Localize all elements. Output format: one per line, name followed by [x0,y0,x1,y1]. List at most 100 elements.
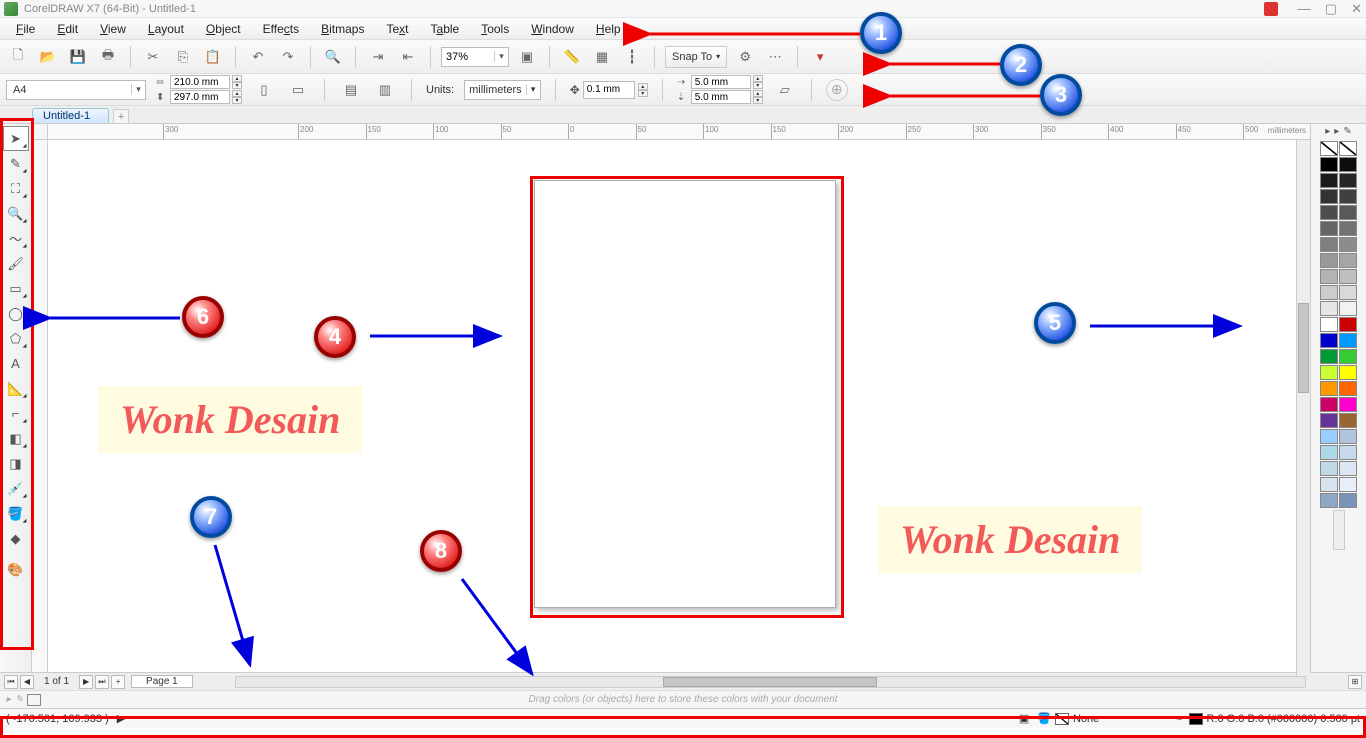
portrait-button[interactable]: ▯ [252,78,276,102]
full-screen-preview-button[interactable]: ▣ [515,45,539,69]
copy-button[interactable]: ⎘ [171,45,195,69]
welcome-screen-button[interactable]: ▾ [808,45,832,69]
color-swatch[interactable] [1339,429,1357,444]
color-swatch[interactable] [1339,157,1357,172]
navigator-button[interactable]: ⊞ [1348,675,1362,689]
color-swatch[interactable] [1339,445,1357,460]
color-palette[interactable] [1320,141,1357,508]
parallel-dimension-tool[interactable]: 📐◢ [3,376,29,401]
new-button[interactable]: 🗋 [6,45,30,69]
menu-file[interactable]: File [6,20,45,38]
landscape-button[interactable]: ▭ [286,78,310,102]
horizontal-scrollbar[interactable] [235,676,1306,688]
color-swatch[interactable] [1320,413,1338,428]
page-width-input[interactable] [170,75,230,89]
options-button[interactable]: ⚙ [733,45,757,69]
play-icon[interactable]: ▶ [117,712,125,725]
text-tool[interactable]: A [3,351,29,376]
color-swatch[interactable] [1320,317,1338,332]
current-page-button[interactable]: ▥ [373,78,397,102]
ellipse-tool[interactable]: ◯◢ [3,301,29,326]
scrollbar-thumb[interactable] [663,677,877,687]
color-swatch[interactable] [1339,189,1357,204]
color-swatch[interactable] [1339,269,1357,284]
color-swatch[interactable] [1339,461,1357,476]
no-color-swatch[interactable] [27,694,41,706]
app-launcher-button[interactable]: ⋯ [763,45,787,69]
color-swatch[interactable] [1339,333,1357,348]
nudge-spinner[interactable]: ▴▾ [638,83,648,97]
zoom-dropdown-icon[interactable]: ▾ [494,51,508,62]
palette-flyout-icon[interactable]: ▸ [1334,126,1339,137]
color-swatch[interactable] [1320,381,1338,396]
zoom-input[interactable] [442,51,494,63]
freehand-tool[interactable]: 〜◢ [3,226,29,251]
color-swatch[interactable] [1339,253,1357,268]
print-button[interactable]: 🖶 [96,45,120,69]
maximize-button[interactable]: ▢ [1325,1,1337,17]
color-swatch[interactable] [1339,477,1357,492]
zoom-level-combo[interactable]: ▾ [441,47,509,67]
palette-scroll[interactable] [1333,510,1345,550]
vertical-scrollbar[interactable] [1296,140,1310,682]
prev-page-button[interactable]: ◀ [20,675,34,689]
menu-view[interactable]: View [90,20,136,38]
color-swatch[interactable] [1339,397,1357,412]
palette-flyout-icon[interactable]: ▸ [6,694,11,705]
scrollbar-thumb[interactable] [1298,303,1309,393]
menu-layout[interactable]: Layout [138,20,194,38]
height-spinner[interactable]: ▴▾ [232,90,242,104]
color-eyedropper-tool[interactable]: 💉◢ [3,476,29,501]
smart-fill-tool[interactable]: ◆ [3,526,29,551]
next-page-button[interactable]: ▶ [79,675,93,689]
rectangle-tool[interactable]: ▭◢ [3,276,29,301]
shape-tool[interactable]: ✎◢ [3,151,29,176]
new-document-tab-button[interactable]: + [113,109,129,123]
menu-bitmaps[interactable]: Bitmaps [311,20,374,38]
dup-v-spinner[interactable]: ▴▾ [753,90,763,104]
user-account-icon[interactable] [1264,2,1278,16]
drawing-window[interactable]: millimeters 3002001501005005010015020025… [32,124,1310,672]
color-swatch[interactable] [1320,141,1338,156]
quick-customize-toolbox[interactable]: 🎨 [3,557,29,582]
close-button[interactable]: ✕ [1351,1,1362,17]
horizontal-ruler[interactable]: millimeters 3002001501005005010015020025… [48,124,1310,140]
color-swatch[interactable] [1320,301,1338,316]
color-swatch[interactable] [1339,205,1357,220]
chevron-down-icon[interactable]: ▾ [131,84,145,95]
artistic-media-tool[interactable]: 🖌 [3,251,29,276]
page-height-input[interactable] [170,90,230,104]
width-spinner[interactable]: ▴▾ [232,75,242,89]
document-palette[interactable]: ▸ ✎ Drag colors (or objects) here to sto… [0,690,1366,708]
drawing-surface[interactable]: Wonk Desain Wonk Desain [48,140,1310,672]
palette-eyedropper-icon[interactable]: ✎ [15,694,23,705]
dup-v-input[interactable] [691,90,751,104]
add-page-button[interactable]: + [111,675,125,689]
snap-to-dropdown[interactable]: Snap To ▾ [665,46,727,68]
color-swatch[interactable] [1320,333,1338,348]
last-page-button[interactable]: ⏭ [95,675,109,689]
color-swatch[interactable] [1320,461,1338,476]
pick-tool[interactable]: ➤◢ [3,126,29,151]
treat-as-filled-button[interactable]: ▱ [773,78,797,102]
save-button[interactable]: 💾 [66,45,90,69]
undo-button[interactable]: ↶ [246,45,270,69]
color-swatch[interactable] [1339,349,1357,364]
menu-window[interactable]: Window [521,20,584,38]
color-swatch[interactable] [1320,237,1338,252]
import-button[interactable]: ⇥ [366,45,390,69]
first-page-button[interactable]: ⏮ [4,675,18,689]
menu-text[interactable]: Text [376,20,418,38]
menu-help[interactable]: Help [586,20,631,38]
color-swatch[interactable] [1320,157,1338,172]
page-size-combo[interactable]: A4 ▾ [6,80,146,100]
color-swatch[interactable] [1339,413,1357,428]
show-rulers-button[interactable]: 📏 [560,45,584,69]
polygon-tool[interactable]: ⬠◢ [3,326,29,351]
drop-shadow-tool[interactable]: ◧◢ [3,426,29,451]
color-swatch[interactable] [1339,317,1357,332]
zoom-tool[interactable]: 🔍◢ [3,201,29,226]
vertical-ruler[interactable] [32,140,48,672]
color-swatch[interactable] [1320,253,1338,268]
dup-h-input[interactable] [691,75,751,89]
